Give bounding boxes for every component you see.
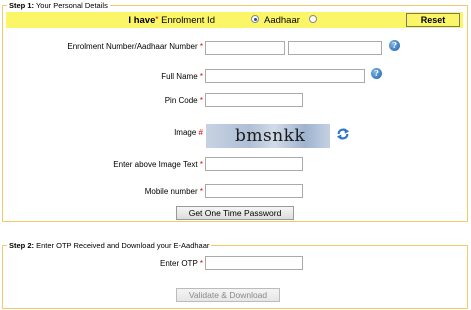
reset-button[interactable]: Reset — [406, 13, 460, 27]
pin-code-input[interactable] — [205, 93, 303, 107]
enrolment-number-input[interactable] — [205, 41, 285, 55]
pincode-label: Pin Code * — [164, 96, 203, 105]
step1-personal-details: Step 1: Your Personal Details I have* En… — [2, 1, 468, 222]
otp-input[interactable] — [205, 256, 303, 270]
captcha-image: bmsnkk — [206, 124, 330, 148]
radio-enrolment-id[interactable] — [251, 15, 259, 23]
info-icon[interactable]: ? — [389, 40, 400, 51]
image-text-label: Enter above Image Text * — [113, 160, 203, 169]
option-aadhaar-label: Aadhaar — [264, 15, 300, 26]
full-name-input[interactable] — [205, 69, 365, 83]
otp-label: Enter OTP * — [159, 259, 203, 268]
aadhaar-number-input[interactable] — [288, 41, 382, 55]
enrolment-label: Enrolment Number/Aadhaar Number * — [67, 42, 203, 51]
radio-aadhaar[interactable] — [309, 15, 317, 23]
get-otp-button[interactable]: Get One Time Password — [176, 206, 294, 220]
id-type-bar: I have* Enrolment Id Aadhaar Reset — [6, 12, 463, 28]
option-enrolment-label: Enrolment Id — [161, 15, 215, 26]
step1-legend: Step 1: Your Personal Details — [7, 1, 110, 10]
info-icon[interactable]: ? — [371, 68, 382, 79]
mobile-label: Mobile number * — [144, 187, 203, 196]
ihave-label: I have* Enrolment Id — [128, 15, 215, 26]
image-label: Image # — [174, 128, 203, 137]
step2-download: Step 2: Enter OTP Received and Download … — [2, 241, 468, 309]
captcha-text-input[interactable] — [205, 157, 303, 171]
refresh-icon[interactable] — [336, 127, 350, 141]
fullname-label: Full Name * — [161, 72, 203, 81]
mobile-number-input[interactable] — [205, 184, 303, 198]
validate-download-button[interactable]: Validate & Download — [176, 288, 280, 302]
step2-legend: Step 2: Enter OTP Received and Download … — [7, 241, 212, 250]
